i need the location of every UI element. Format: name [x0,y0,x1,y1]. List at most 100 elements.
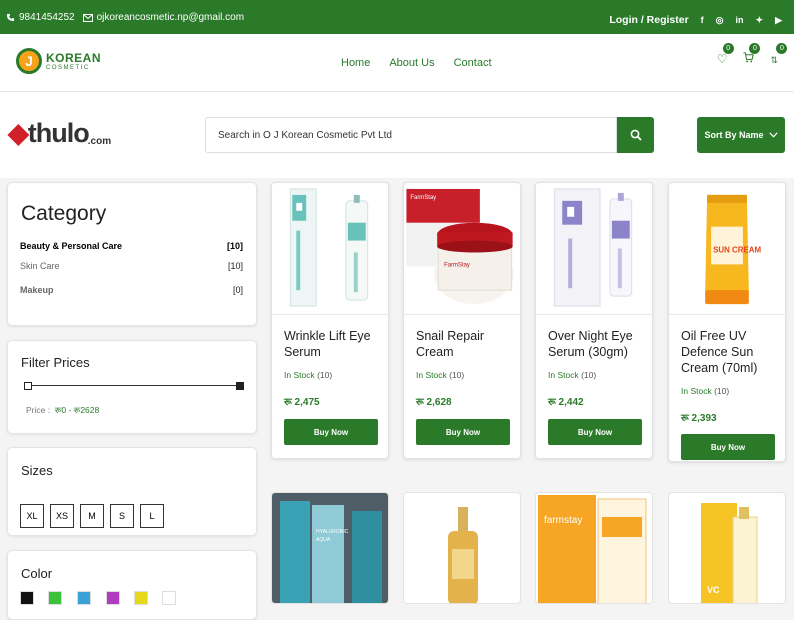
size-option-s[interactable]: S [110,504,134,528]
buy-now-button[interactable]: Buy Now [548,419,642,445]
sort-dropdown[interactable]: Sort By Name [697,117,785,153]
stock-status: In Stock (10) [548,370,596,380]
product-image-gold-serum[interactable] [404,493,521,604]
search-button[interactable] [617,117,654,153]
facebook-icon[interactable]: f [701,15,704,26]
product-card[interactable]: Over Night Eye Serum (30gm) In Stock (10… [535,182,653,459]
color-swatch-blue[interactable] [77,591,91,605]
product-image-sun-cream[interactable]: SUN CREAM [669,183,786,315]
search-input[interactable]: Search in O J Korean Cosmetic Pvt Ltd [205,117,617,153]
product-card[interactable]: HYALURONIC AQUA [271,492,389,604]
price-label: Price : [26,405,51,415]
product-tube-label: SUN CREAM [713,245,761,254]
thulo-logo[interactable]: ◆thulo.com [8,118,112,149]
stock-status: In Stock (10) [681,386,729,396]
product-card[interactable] [403,492,521,604]
cart-button[interactable]: 0 [743,43,761,66]
product-name[interactable]: Over Night Eye Serum (30gm) [548,328,648,360]
contact-info: 9841454252 ojkoreancosmetic.np@gmail.com [6,12,244,23]
product-jar-label: FarmStay [444,262,470,268]
size-option-l[interactable]: L [140,504,164,528]
sizes-panel: Sizes XL XS M S L [7,447,257,536]
twitter-icon[interactable]: ✦ [756,15,764,26]
email-address: ojkoreancosmetic.np@gmail.com [96,12,245,23]
header-icons: ♡ 0 0 ⇅ 0 [716,43,788,66]
product-brand-label: FarmStay [410,195,436,201]
product-label-text-2: AQUA [316,537,331,543]
stock-qty: (10) [581,370,597,380]
price-slider-track[interactable] [26,385,240,386]
price-range-value: रू0 - रू2628 [54,405,100,415]
phone-number: 9841454252 [19,12,75,23]
category-name: Skin Care [20,261,60,271]
product-image-snail-cream[interactable]: FarmStay FarmStay [404,183,521,315]
product-price: रू 2,442 [548,397,584,408]
price-slider-min-handle[interactable] [24,382,32,390]
size-option-xl[interactable]: XL [20,504,44,528]
search-icon [630,129,642,141]
main-navbar: J KOREAN COSMETIC Home About Us Contact … [0,34,794,92]
product-name[interactable]: Oil Free UV Defence Sun Cream (70ml) [681,328,781,376]
linkedin-icon[interactable]: in [736,15,744,26]
category-count: [10] [226,241,243,251]
logo-mark: J [16,48,42,74]
color-swatch-white[interactable] [162,591,176,605]
product-card[interactable]: farmstay [535,492,653,604]
sizes-title: Sizes [21,463,53,478]
stock-label: In Stock [548,370,579,380]
color-swatch-yellow[interactable] [134,591,148,605]
nav-home[interactable]: Home [341,57,370,69]
thulo-wordmark: thulo [27,118,90,148]
filter-prices-title: Filter Prices [21,355,90,370]
category-name: Makeup [20,285,54,295]
youtube-icon[interactable]: ▶ [775,15,782,26]
heart-icon: ♡ [716,52,728,66]
product-price: रू 2,475 [284,397,320,408]
search-row: ◆thulo.com Search in O J Korean Cosmetic… [0,92,794,178]
color-swatch-purple[interactable] [106,591,120,605]
color-swatch-black[interactable] [20,591,34,605]
thulo-domain: .com [87,136,112,147]
cart-count-badge: 0 [749,43,761,54]
category-title: Category [21,202,107,225]
phone-icon [6,13,15,22]
instagram-icon[interactable]: ◎ [716,15,724,26]
email-icon [82,13,93,22]
stock-qty: (10) [449,370,465,380]
thulo-mark: ◆ [8,118,29,148]
product-price: रू 2,628 [416,397,452,408]
color-swatch-green[interactable] [48,591,62,605]
product-image-eye-serum[interactable] [272,183,389,315]
category-item-skin-care[interactable]: Skin Care [10] [20,261,243,271]
phone-contact[interactable]: 9841454252 [6,12,75,23]
category-item-makeup[interactable]: Makeup [0] [20,285,243,295]
product-name[interactable]: Snail Repair Cream [416,328,516,360]
product-image-vita-sun-cream[interactable]: farmstay [536,493,653,604]
product-card[interactable]: Wrinkle Lift Eye Serum In Stock (10) रू … [271,182,389,459]
email-contact[interactable]: ojkoreancosmetic.np@gmail.com [82,12,245,23]
product-image-hyaluronic[interactable]: HYALURONIC AQUA [272,493,389,604]
login-register-link[interactable]: Login / Register [609,14,688,26]
nav-about-us[interactable]: About Us [389,57,434,69]
product-label-text: VC [707,585,720,595]
color-panel: Color [7,550,257,620]
product-image-night-serum[interactable] [536,183,653,315]
size-option-xs[interactable]: XS [50,504,74,528]
product-name[interactable]: Wrinkle Lift Eye Serum [284,328,384,360]
buy-now-button[interactable]: Buy Now [416,419,510,445]
product-card[interactable]: FarmStay FarmStay Snail Repair Cream In … [403,182,521,459]
product-card[interactable]: SUN CREAM Oil Free UV Defence Sun Cream … [668,182,786,462]
compare-button[interactable]: ⇅ 0 [770,43,788,66]
product-card[interactable]: VC [668,492,786,604]
buy-now-button[interactable]: Buy Now [681,434,775,460]
wishlist-button[interactable]: ♡ 0 [716,43,734,66]
buy-now-button[interactable]: Buy Now [284,419,378,445]
nav-contact[interactable]: Contact [454,57,492,69]
main-menu: Home About Us Contact [341,57,492,69]
brand-logo[interactable]: J KOREAN COSMETIC [16,48,101,74]
product-image-vc-serum[interactable]: VC [669,493,786,604]
product-price: रू 2,393 [681,413,717,424]
size-option-m[interactable]: M [80,504,104,528]
category-item-beauty[interactable]: Beauty & Personal Care [10] [20,241,243,251]
price-slider-max-handle[interactable] [236,382,244,390]
